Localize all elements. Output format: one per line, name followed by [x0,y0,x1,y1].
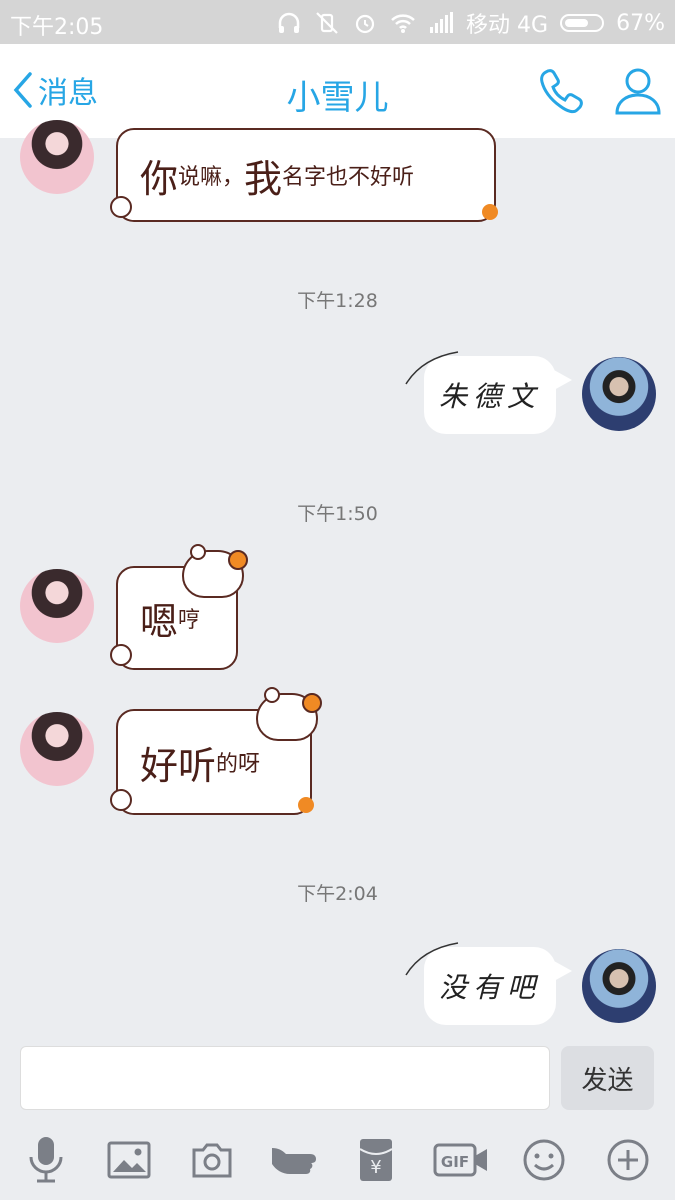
svg-text:GIF: GIF [441,1153,469,1171]
bubble-decoration [110,644,132,666]
headphones-icon [278,12,300,33]
contact-avatar[interactable] [20,120,94,194]
signal-icon [430,12,454,33]
incoming-message[interactable]: 嗯哼 [110,544,248,670]
bubble-decoration [110,789,132,811]
poke-hand-icon[interactable] [268,1134,320,1186]
gif-icon[interactable]: GIF [433,1134,489,1186]
bubble-decoration [110,196,132,218]
camera-icon[interactable] [186,1134,238,1186]
chat-header: 消息 小雪儿 [0,44,675,138]
bubble-decoration [298,797,314,813]
bubble-decoration [405,351,459,385]
battery-percent: 67% [616,10,665,36]
person-icon[interactable] [614,66,662,116]
microphone-icon[interactable] [20,1134,72,1186]
timestamp: 下午2:04 [297,883,378,905]
outgoing-message[interactable]: 没有吧 [405,942,572,1025]
cat-decoration [256,687,322,741]
bubble-decoration [482,204,498,220]
carrier-label: 移动 4G [466,13,549,38]
message-list[interactable]: 你说嘛，我名字也不好听 下午1:28 朱德文 下午1:50 嗯哼 好听 的呀 下午… [0,120,675,1038]
svg-text:¥: ¥ [370,1157,381,1178]
my-avatar[interactable] [582,949,656,1023]
my-avatar[interactable] [582,357,656,431]
battery-icon [560,14,605,32]
emoji-icon[interactable] [518,1134,570,1186]
image-icon[interactable] [103,1134,155,1186]
timestamp: 下午1:50 [297,503,378,525]
status-bar: 下午2:05 移动 4G 67% [0,0,675,44]
composer: 发送 ¥ GIF [0,1038,675,1200]
wifi-icon [391,14,415,33]
cat-decoration [182,544,248,598]
send-button[interactable]: 发送 [561,1046,654,1110]
bubble-decoration [405,942,459,976]
timestamp: 下午1:28 [297,290,378,312]
message-input[interactable] [20,1046,550,1110]
incoming-message[interactable]: 你说嘛，我名字也不好听 [110,128,498,222]
incoming-message[interactable]: 好听 的呀 [110,687,322,815]
input-toolbar: ¥ GIF [0,1134,675,1194]
outgoing-message[interactable]: 朱德文 [405,351,572,434]
red-packet-icon[interactable]: ¥ [350,1134,402,1186]
phone-icon[interactable] [538,66,588,116]
contact-avatar[interactable] [20,569,94,643]
vibrate-off-icon [316,12,338,34]
contact-avatar[interactable] [20,712,94,786]
status-time: 下午2:05 [10,15,104,40]
alarm-icon [355,14,375,34]
plus-icon[interactable] [602,1134,654,1186]
